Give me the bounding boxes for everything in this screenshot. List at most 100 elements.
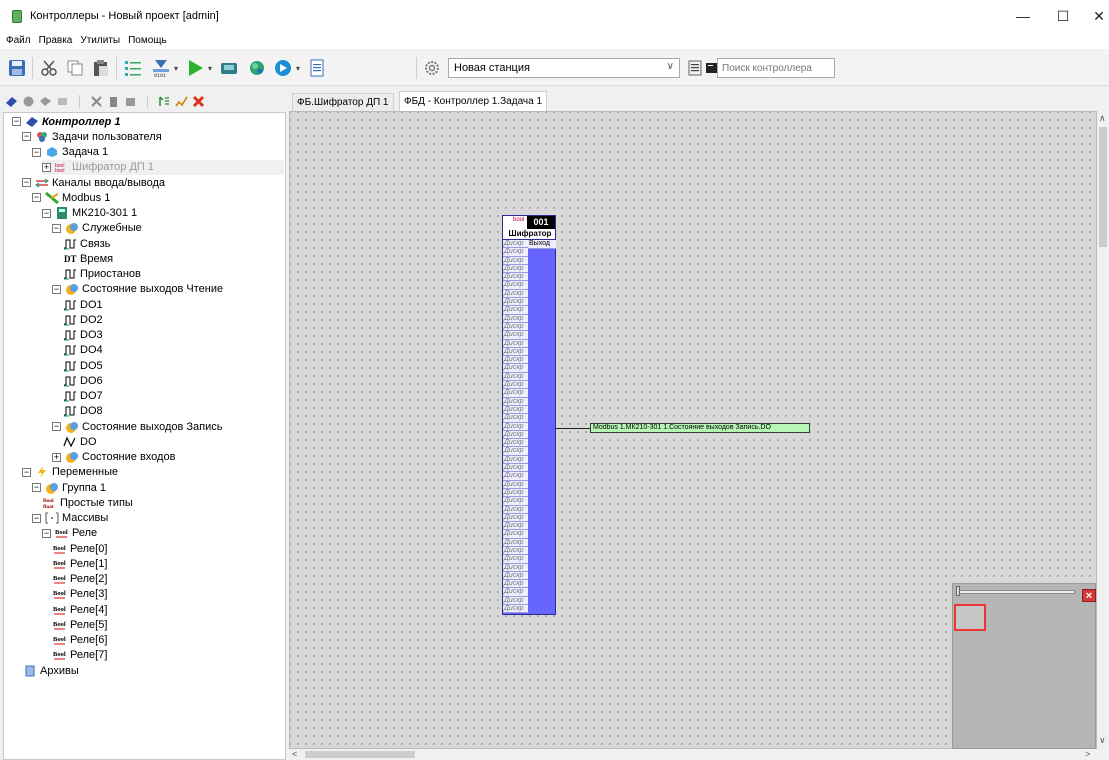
function-block-input[interactable]: Дискр [503, 298, 528, 307]
horizontal-scrollbar[interactable]: < > [289, 749, 1097, 760]
chevron-down-icon[interactable]: ▾ [296, 64, 300, 73]
tree-node[interactable]: DO6 [62, 373, 103, 388]
function-block-input[interactable]: Дискр [503, 439, 528, 448]
tree-node[interactable]: Bool float Простые типы [42, 495, 133, 510]
tree-node[interactable]: Bool Реле[2] [52, 572, 108, 587]
output-link-label[interactable]: Modbus 1.МК210-301 1.Состояние выходов З… [590, 423, 810, 433]
connection-wire[interactable] [556, 428, 590, 429]
function-block-input[interactable]: Дискр [503, 605, 528, 614]
function-block-input[interactable]: Дискр [503, 405, 528, 415]
tree-node[interactable]: Связь [62, 236, 110, 251]
list-icon[interactable] [122, 58, 144, 78]
add-controller-icon[interactable] [5, 95, 18, 108]
tree-node[interactable]: − Служебные [52, 221, 142, 236]
collapse-icon[interactable]: − [52, 422, 61, 431]
tree-node[interactable]: − Modbus 1 [32, 190, 110, 205]
function-block-input[interactable]: Дискр [503, 331, 528, 340]
menu-utilities[interactable]: Утилиты [80, 35, 120, 46]
tree-node[interactable]: DO7 [62, 389, 103, 404]
close-icon[interactable]: × [1082, 589, 1096, 602]
sort-icon[interactable] [158, 95, 171, 108]
collapse-icon[interactable]: − [42, 208, 51, 218]
collapse-icon[interactable]: − [12, 117, 21, 126]
add-variable-icon[interactable] [56, 95, 69, 108]
tree-node[interactable]: DO2 [62, 312, 103, 327]
function-block-input[interactable]: Дискр [503, 588, 528, 597]
collapse-icon[interactable]: − [52, 284, 61, 294]
function-block-input[interactable]: Дискр [503, 414, 528, 423]
zoom-slider[interactable] [957, 590, 1075, 594]
function-block-input[interactable]: Дискр [503, 339, 528, 348]
tree-node[interactable]: Bool Реле[0] [52, 541, 108, 556]
function-block-input[interactable]: Дискр [503, 372, 528, 382]
function-block-input[interactable]: Дискр [503, 314, 528, 323]
collapse-icon[interactable]: − [32, 147, 41, 157]
minimap-viewport[interactable] [954, 604, 986, 631]
tree-node[interactable]: − Контроллер 1 [12, 114, 120, 129]
tab-fb-encoder[interactable]: ФБ.Шифратор ДП 1 [292, 93, 394, 111]
tree-node[interactable]: Bool Реле[6] [52, 633, 108, 648]
function-block-input[interactable]: Дискр [503, 397, 528, 406]
function-block[interactable]: bool 001 Шифратор Дискр Дискр Дискр Дискр Ди… [502, 215, 556, 615]
tree-node[interactable]: − МК210-301 1 [42, 206, 137, 221]
tree-node[interactable]: − Задачи пользователя [22, 129, 162, 144]
vertical-scrollbar[interactable]: ∧ ∨ [1097, 111, 1109, 749]
function-block-output[interactable]: Выход [528, 240, 556, 249]
scroll-down-icon[interactable]: ∨ [1099, 735, 1106, 746]
chevron-down-icon[interactable]: ▾ [174, 64, 178, 73]
function-block-input[interactable]: Дискр [503, 347, 528, 357]
scroll-left-icon[interactable]: < [292, 749, 297, 759]
function-block-input[interactable]: Дискр [503, 364, 528, 373]
rename-icon[interactable] [175, 95, 188, 108]
tree-node[interactable]: DO3 [62, 328, 103, 343]
collapse-icon[interactable]: − [22, 178, 31, 187]
collapse-icon[interactable]: − [32, 513, 41, 523]
run-icon[interactable] [184, 58, 206, 78]
expand-icon[interactable]: + [52, 452, 61, 462]
tree-node[interactable]: Bool Реле[7] [52, 648, 108, 663]
function-block-input[interactable]: Дискр [503, 488, 528, 498]
scroll-up-icon[interactable]: ∧ [1099, 113, 1106, 124]
station-select[interactable]: Новая станция ∨ [448, 58, 680, 78]
function-block-input[interactable]: Дискр [503, 546, 528, 556]
tree-node[interactable]: DO8 [62, 404, 103, 419]
tree-node[interactable]: DO [62, 434, 97, 449]
function-block-input[interactable]: Дискр [503, 422, 528, 431]
function-block-input[interactable]: Дискр [503, 289, 528, 299]
function-block-input[interactable]: Дискр [503, 248, 528, 257]
function-block-input[interactable]: Дискр [503, 281, 528, 290]
function-block-input[interactable]: Дискр [503, 464, 528, 473]
tree-node[interactable]: − Группа 1 [32, 480, 106, 495]
menu-help[interactable]: Помощь [128, 35, 167, 46]
tree-node[interactable]: − Задача 1 [32, 145, 108, 160]
tree-node[interactable]: − Состояние выходов Чтение [52, 282, 223, 297]
function-block-input[interactable]: Дискр [503, 381, 528, 390]
tree-node[interactable]: + bool bool Шифратор ДП 1 [42, 159, 284, 175]
function-block-input[interactable]: Дискр [503, 563, 528, 572]
tree-node[interactable]: Bool Реле[5] [52, 617, 108, 632]
function-block-input[interactable]: Дискр [503, 447, 528, 456]
tree-node[interactable]: Приостанов [62, 267, 141, 282]
tree-node[interactable]: DO5 [62, 358, 103, 373]
function-block-input[interactable]: Дискр [503, 356, 528, 365]
scroll-thumb[interactable] [305, 751, 415, 758]
function-block-input[interactable]: Дискр [503, 555, 528, 564]
function-block-input[interactable]: Дискр [503, 538, 528, 547]
collapse-icon[interactable]: − [32, 193, 41, 203]
delete-icon[interactable] [192, 95, 205, 108]
function-block-input[interactable]: Дискр [503, 256, 528, 265]
function-block-input[interactable]: Дискр [503, 264, 528, 274]
online-icon[interactable] [272, 58, 294, 78]
network-icon[interactable] [246, 58, 268, 78]
device-connect-icon[interactable] [218, 58, 240, 78]
tree-node[interactable]: − Каналы ввода/вывода [22, 175, 165, 190]
tool-icon[interactable] [90, 95, 103, 108]
document-icon[interactable] [306, 58, 328, 78]
copy-icon[interactable] [64, 58, 86, 78]
function-block-input[interactable]: Дискр [503, 530, 528, 539]
delete-bin-icon[interactable] [107, 95, 120, 108]
tree-node[interactable]: − Переменные [22, 465, 118, 480]
paste-icon[interactable] [90, 58, 112, 78]
function-block-input[interactable]: Дискр [503, 273, 528, 282]
tree-node[interactable]: Bool Реле[1] [52, 556, 108, 571]
